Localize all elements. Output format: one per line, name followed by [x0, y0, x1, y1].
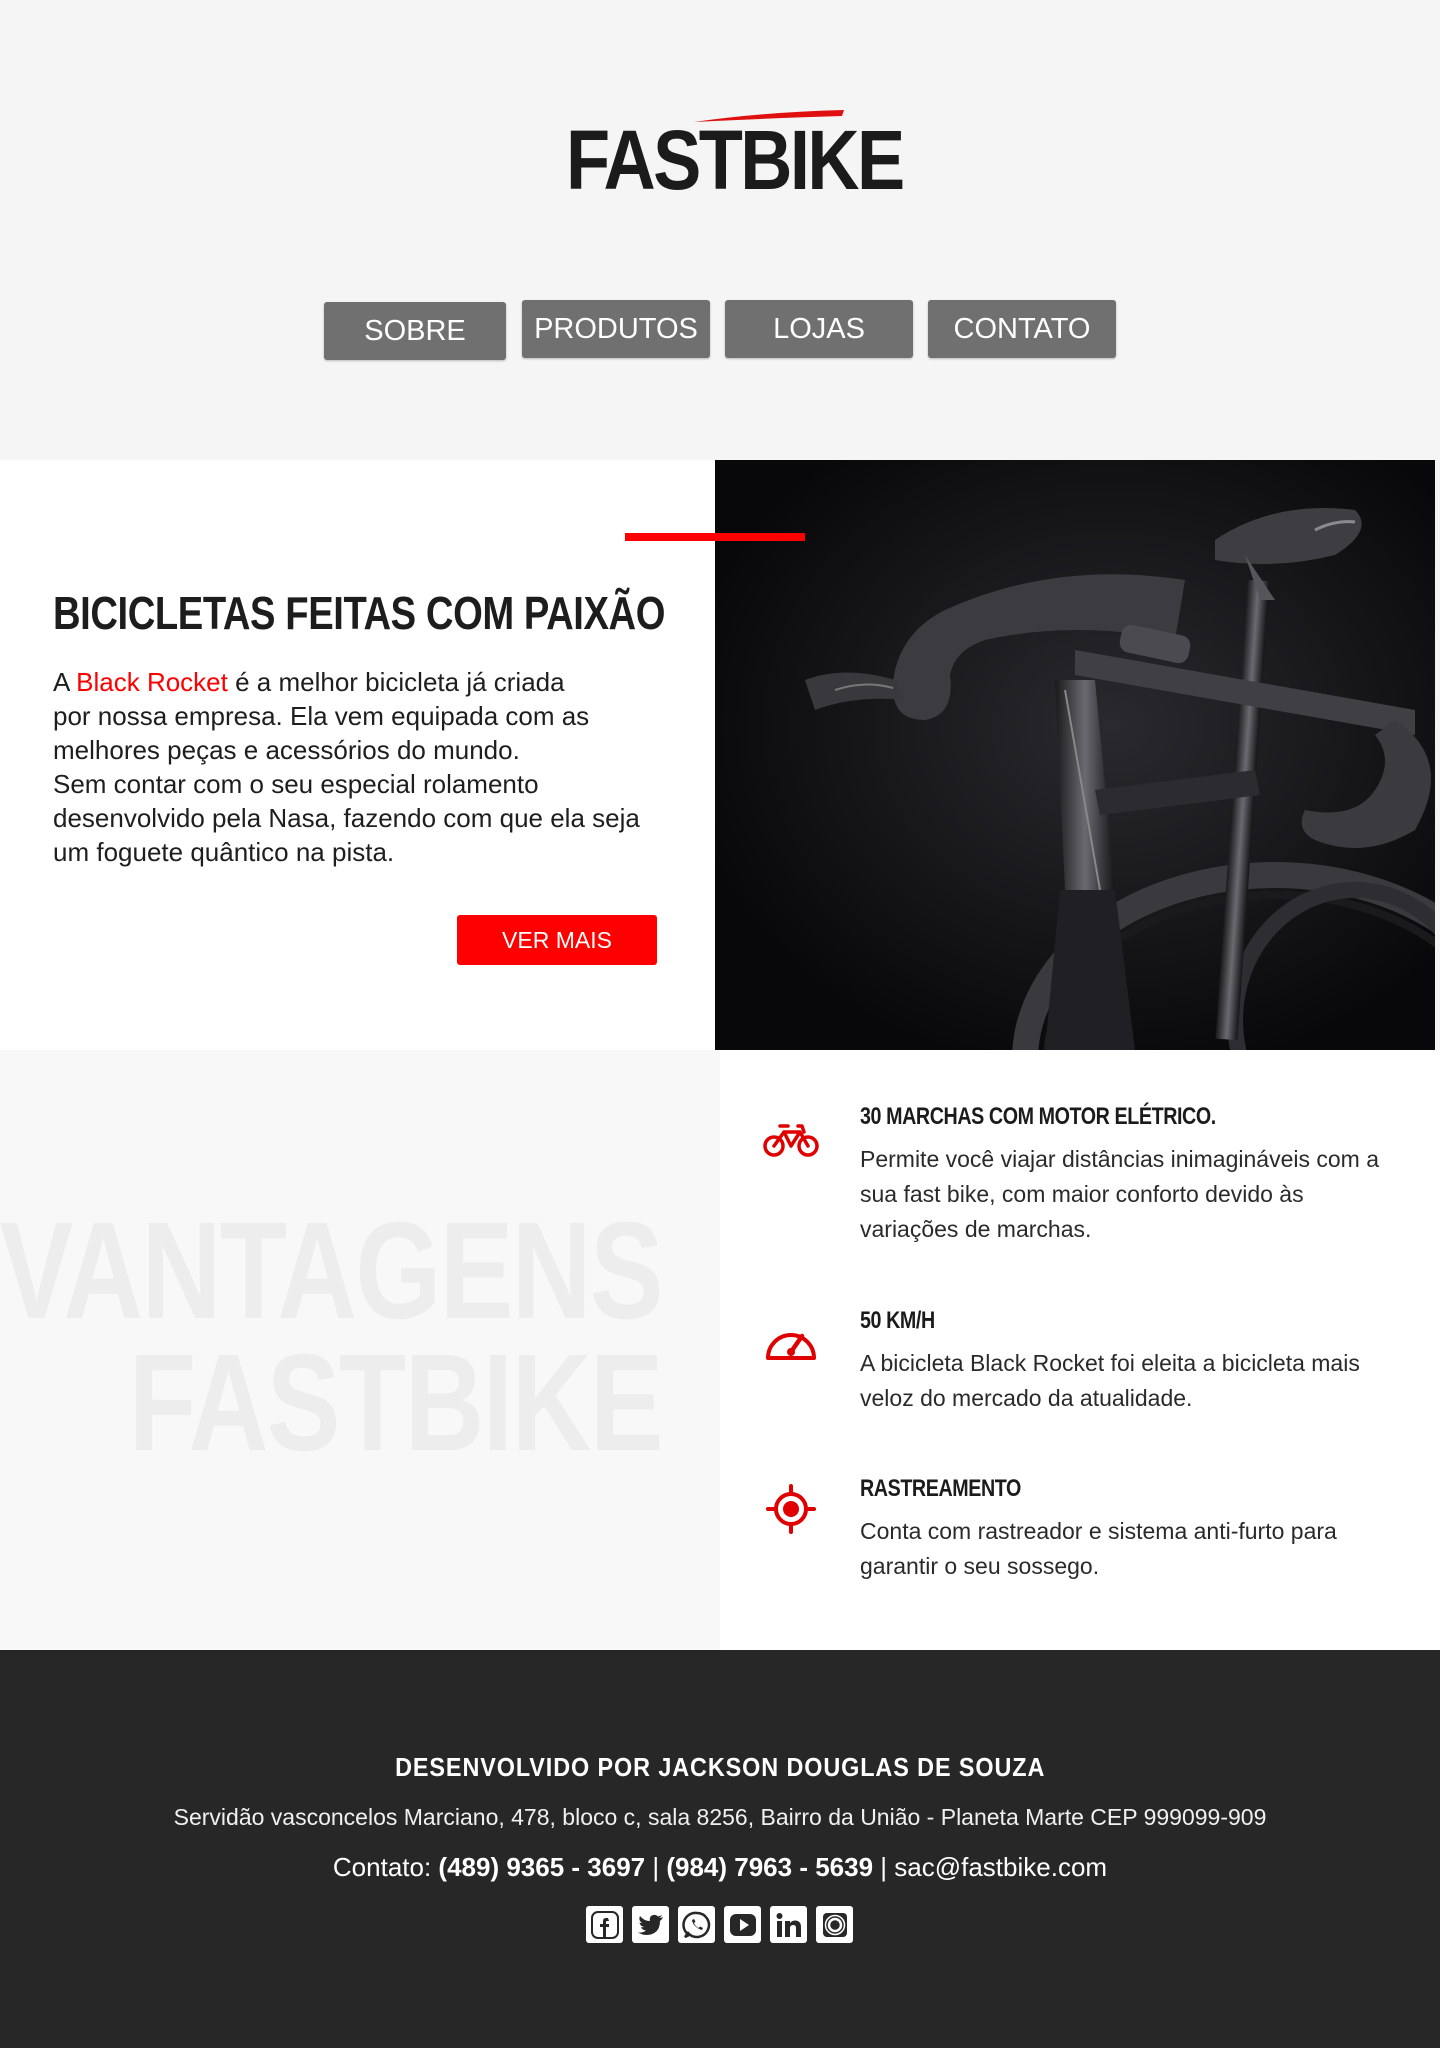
- footer-contact: Contato: (489) 9365 - 3697 | (984) 7963 …: [0, 1852, 1440, 1883]
- feature-item: RASTREAMENTO Conta com rastreador e sist…: [720, 1474, 1440, 1594]
- target-icon: [766, 1484, 816, 1534]
- hero-text-line6: um foguete quântico na pista.: [53, 837, 395, 867]
- email-link[interactable]: sac@fastbike.com: [894, 1852, 1107, 1882]
- footer-title-text: DESENVOLVIDO POR JACKSON DOUGLAS DE SOUZ…: [394, 1752, 1046, 1782]
- facebook-icon[interactable]: [586, 1906, 623, 1943]
- feature-title: RASTREAMENTO: [860, 1475, 1021, 1502]
- linkedin-icon[interactable]: [770, 1906, 807, 1943]
- nav-lojas-button[interactable]: LOJAS: [725, 300, 913, 358]
- feature-title: 30 MARCHAS COM MOTOR ELÉTRICO.: [860, 1103, 1216, 1130]
- instagram-icon[interactable]: [816, 1906, 853, 1943]
- watermark-line1: VANTAGENS: [0, 1194, 664, 1348]
- accent-line: [625, 533, 805, 541]
- nav-produtos-button[interactable]: PRODUTOS: [522, 300, 710, 358]
- watermark-line2: FASTBIKE: [128, 1326, 664, 1480]
- hero-product-highlight: Black Rocket: [76, 667, 228, 697]
- youtube-icon[interactable]: [724, 1906, 761, 1943]
- contact-label: Contato:: [332, 1852, 439, 1882]
- hero-text-line1: é a melhor bicicleta já criada: [227, 667, 565, 697]
- hero-text-panel: BICICLETAS FEITAS COM PAIXÃO A Black Roc…: [0, 460, 715, 1050]
- hero-description: A Black Rocket é a melhor bicicleta já c…: [53, 665, 673, 869]
- separator: |: [645, 1852, 667, 1882]
- hero-title: BICICLETAS FEITAS COM PAIXÃO: [53, 587, 665, 639]
- twitter-icon[interactable]: [632, 1906, 669, 1943]
- main-nav: SOBRE PRODUTOS LOJAS CONTATO: [0, 300, 1440, 360]
- hero-text-prefix: A: [53, 667, 77, 697]
- hero-section: BICICLETAS FEITAS COM PAIXÃO A Black Roc…: [0, 460, 1440, 1050]
- feature-title: 50 KM/H: [860, 1307, 935, 1334]
- footer-developer-title: DESENVOLVIDO POR JACKSON DOUGLAS DE SOUZ…: [0, 1752, 1440, 1783]
- bike-photo: [715, 460, 1435, 1050]
- feature-item: 30 MARCHAS COM MOTOR ELÉTRICO. Permite v…: [720, 1102, 1440, 1262]
- nav-sobre-button[interactable]: SOBRE: [324, 302, 506, 360]
- ver-mais-button[interactable]: VER MAIS: [457, 915, 657, 965]
- advantages-watermark-panel: VANTAGENS FASTBIKE: [0, 1050, 720, 1650]
- hero-text-line2: por nossa empresa. Ela vem equipada com …: [53, 701, 590, 731]
- footer: DESENVOLVIDO POR JACKSON DOUGLAS DE SOUZ…: [0, 1650, 1440, 2048]
- header: FASTBIKE SOBRE PRODUTOS LOJAS CONTATO: [0, 0, 1440, 460]
- advantages-watermark: VANTAGENS FASTBIKE: [0, 1194, 664, 1480]
- feature-description: Permite você viajar distâncias inimaginá…: [860, 1146, 1379, 1242]
- hero-text-line4: Sem contar com o seu especial rolamento: [53, 769, 539, 799]
- social-links: [586, 1906, 853, 1944]
- advantages-section: VANTAGENS FASTBIKE 30 MARCHAS COM MOTOR …: [0, 1050, 1440, 1650]
- logo-text: FASTBIKE: [566, 113, 905, 207]
- footer-address: Servidão vasconcelos Marciano, 478, bloc…: [173, 1804, 1267, 1830]
- phone-2[interactable]: (984) 7963 - 5639: [666, 1852, 873, 1882]
- feature-description: Conta com rastreador e sistema anti-furt…: [860, 1518, 1337, 1579]
- bicycle-icon: [763, 1124, 819, 1157]
- hero-bike-image: [715, 460, 1435, 1050]
- speedometer-icon: [766, 1333, 816, 1360]
- phone-1[interactable]: (489) 9365 - 3697: [438, 1852, 645, 1882]
- hero-text-line3: melhores peças e acessórios do mundo.: [53, 735, 520, 765]
- advantages-list: 30 MARCHAS COM MOTOR ELÉTRICO. Permite v…: [720, 1050, 1440, 1650]
- whatsapp-icon[interactable]: [678, 1906, 715, 1943]
- separator: |: [873, 1852, 895, 1882]
- feature-description: A bicicleta Black Rocket foi eleita a bi…: [860, 1350, 1360, 1411]
- feature-item: 50 KM/H A bicicleta Black Rocket foi ele…: [720, 1306, 1440, 1426]
- nav-contato-button[interactable]: CONTATO: [928, 300, 1116, 358]
- hero-text-line5: desenvolvido pela Nasa, fazendo com que …: [53, 803, 640, 833]
- fastbike-logo[interactable]: FASTBIKE: [566, 108, 905, 206]
